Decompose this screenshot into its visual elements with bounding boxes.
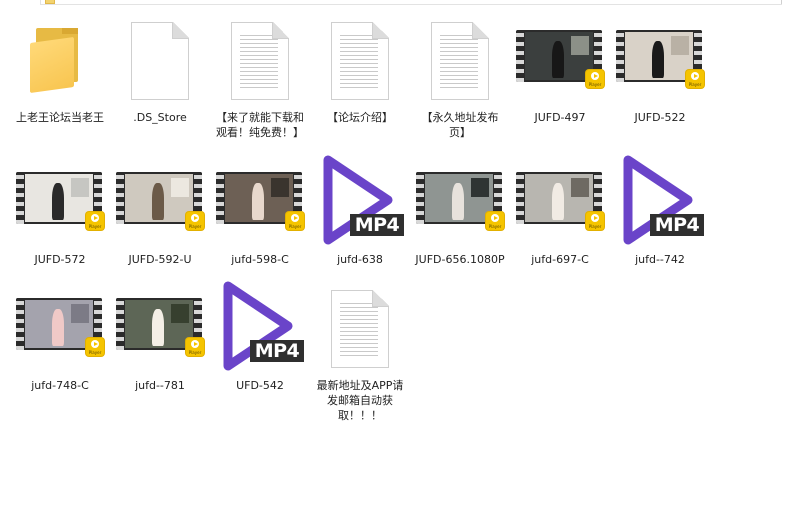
- file-item[interactable]: Player jufd-697-C: [510, 164, 610, 267]
- file-item[interactable]: MP4 jufd--742: [610, 155, 710, 267]
- file-item[interactable]: MP4 jufd-638: [310, 155, 410, 267]
- file-item[interactable]: MP4 UFD-542: [210, 281, 310, 393]
- video-thumbnail-icon: Player: [10, 290, 110, 376]
- video-thumbnail-icon: Player: [210, 164, 310, 250]
- blank-document-icon: [110, 22, 210, 108]
- mp4-badge: MP4: [250, 340, 304, 362]
- player-badge-icon: Player: [286, 212, 304, 230]
- file-name: 最新地址及APP请发邮箱自动获取！！！: [316, 379, 404, 422]
- top-toolbar-edge: [40, 0, 782, 5]
- file-item[interactable]: 上老王论坛当老王: [10, 22, 110, 125]
- player-badge-icon: Player: [186, 338, 204, 356]
- mp4-play-icon: MP4: [210, 281, 310, 376]
- file-name: 【论坛介绍】: [327, 111, 393, 124]
- file-name: JUFD-497: [534, 111, 586, 124]
- player-badge-icon: Player: [586, 70, 604, 88]
- file-item[interactable]: Player JUFD-497: [510, 22, 610, 125]
- text-document-icon: [410, 22, 510, 108]
- file-name: JUFD-656.1080P: [415, 253, 505, 266]
- file-name: JUFD-572: [34, 253, 86, 266]
- file-name: JUFD-592-U: [128, 253, 192, 266]
- player-badge-icon: Player: [186, 212, 204, 230]
- player-badge-icon: Player: [686, 70, 704, 88]
- player-badge-icon: Player: [486, 212, 504, 230]
- file-name: jufd-638: [337, 253, 383, 266]
- file-name: UFD-542: [236, 379, 284, 392]
- file-item[interactable]: Player JUFD-522: [610, 22, 710, 125]
- file-name: 【永久地址发布页】: [421, 111, 499, 139]
- file-item[interactable]: 【来了就能下载和观看！纯免费！】: [210, 22, 310, 140]
- player-badge-icon: Player: [86, 212, 104, 230]
- file-name: .DS_Store: [133, 111, 187, 124]
- mp4-badge: MP4: [350, 214, 404, 236]
- file-item[interactable]: 【永久地址发布页】: [410, 22, 510, 140]
- file-item[interactable]: 【论坛介绍】: [310, 22, 410, 125]
- file-name: jufd--742: [635, 253, 685, 266]
- player-badge-icon: Player: [586, 212, 604, 230]
- file-name: jufd-748-C: [31, 379, 89, 392]
- video-thumbnail-icon: Player: [610, 22, 710, 108]
- file-name: jufd-697-C: [531, 253, 589, 266]
- folder-icon: [10, 22, 110, 108]
- file-name: jufd--781: [135, 379, 185, 392]
- file-name: JUFD-522: [634, 111, 686, 124]
- video-thumbnail-icon: Player: [410, 164, 510, 250]
- video-thumbnail-icon: Player: [110, 164, 210, 250]
- file-item[interactable]: Player JUFD-592-U: [110, 164, 210, 267]
- file-item[interactable]: Player JUFD-656.1080P: [410, 164, 510, 267]
- scrollbar-edge: [781, 0, 782, 4]
- file-name: 上老王论坛当老王: [16, 111, 104, 124]
- mp4-play-icon: MP4: [610, 155, 710, 250]
- file-item[interactable]: Player jufd-748-C: [10, 290, 110, 393]
- mp4-play-icon: MP4: [310, 155, 410, 250]
- file-name: jufd-598-C: [231, 253, 289, 266]
- video-thumbnail-icon: Player: [510, 164, 610, 250]
- file-item[interactable]: Player JUFD-572: [10, 164, 110, 267]
- text-document-icon: [210, 22, 310, 108]
- file-name: 【来了就能下载和观看！纯免费！】: [216, 111, 304, 139]
- mp4-badge: MP4: [650, 214, 704, 236]
- file-item[interactable]: Player jufd-598-C: [210, 164, 310, 267]
- video-thumbnail-icon: Player: [510, 22, 610, 108]
- file-item[interactable]: Player jufd--781: [110, 290, 210, 393]
- player-badge-icon: Player: [86, 338, 104, 356]
- text-document-icon: [310, 22, 410, 108]
- file-item[interactable]: 最新地址及APP请发邮箱自动获取！！！: [310, 290, 410, 423]
- video-thumbnail-icon: Player: [10, 164, 110, 250]
- folder-small-icon: [45, 0, 55, 4]
- video-thumbnail-icon: Player: [110, 290, 210, 376]
- file-item[interactable]: .DS_Store: [110, 22, 210, 125]
- text-document-icon: [310, 290, 410, 376]
